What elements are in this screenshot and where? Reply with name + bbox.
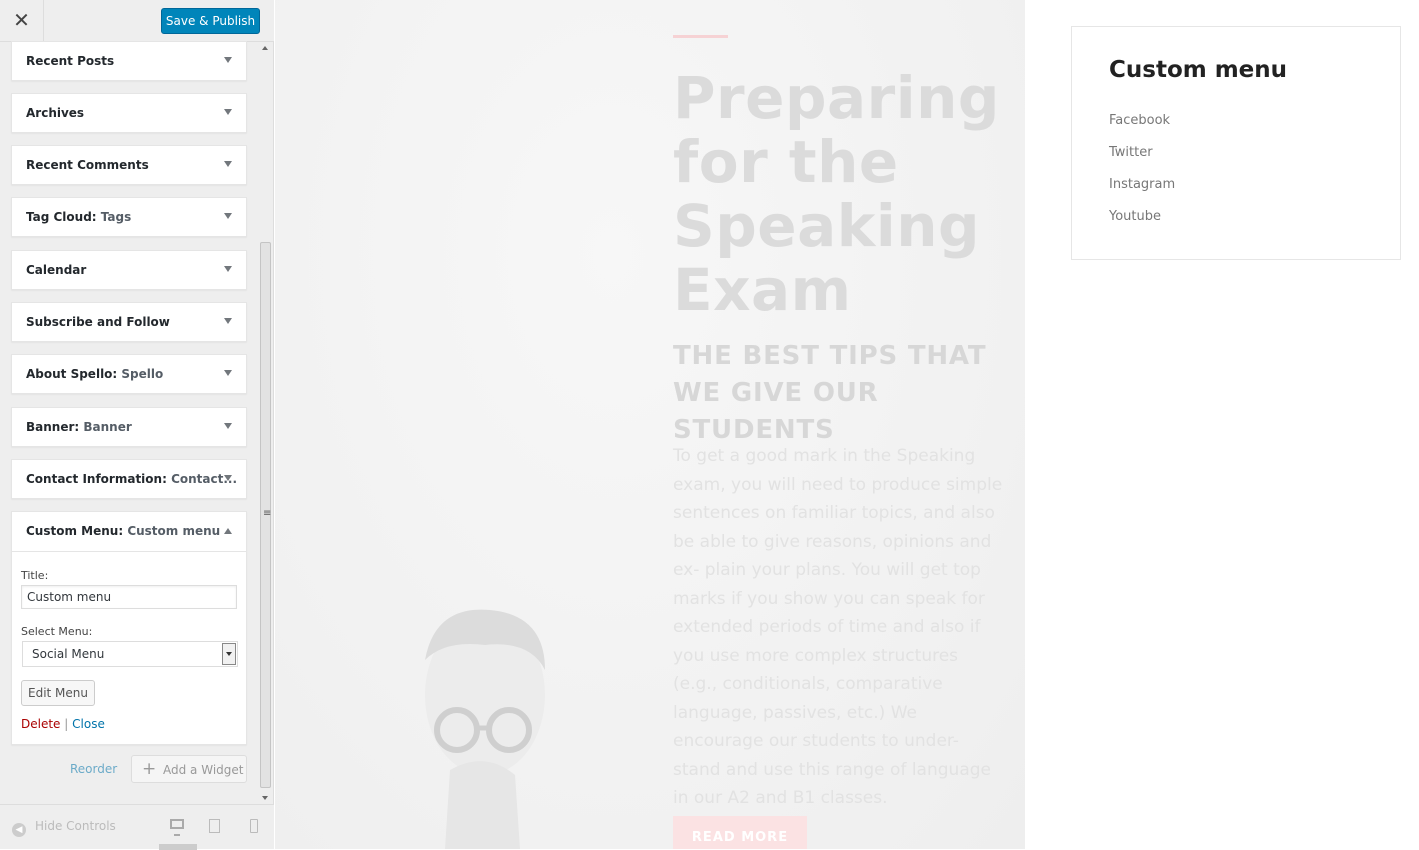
expand-arrow-icon[interactable]: [224, 370, 232, 376]
read-more-button[interactable]: READ MORE: [673, 816, 807, 849]
grip-icon: ≡: [263, 508, 272, 519]
menu-link-facebook[interactable]: Facebook: [1109, 113, 1170, 128]
accent-line: [673, 35, 728, 38]
customizer-footer: ◀ Hide Controls: [0, 804, 274, 850]
menu-link-instagram[interactable]: Instagram: [1109, 177, 1175, 192]
close-link[interactable]: Close: [72, 717, 105, 731]
widget-calendar[interactable]: Calendar: [11, 250, 247, 290]
widget-title: Subscribe and Follow: [26, 315, 170, 329]
close-icon[interactable]: ✕: [0, 0, 44, 41]
expand-arrow-icon[interactable]: [224, 161, 232, 167]
customizer-header: ✕ Save & Publish: [0, 0, 274, 42]
reorder-link[interactable]: Reorder: [70, 762, 117, 776]
scrollbar[interactable]: ≡: [259, 42, 273, 804]
hero-subtitle: THE BEST TIPS THAT WE GIVE OUR STUDENTS: [673, 341, 987, 445]
widget-actions: Delete | Close: [21, 717, 105, 731]
widget-title: Recent Posts: [26, 54, 115, 68]
menu-link-twitter[interactable]: Twitter: [1109, 145, 1153, 160]
expand-arrow-icon[interactable]: [224, 57, 232, 63]
widget-title: Contact Information: Contact...: [26, 472, 238, 486]
widget-about-spello[interactable]: About Spello: Spello: [11, 354, 247, 394]
divider: [12, 551, 246, 552]
widget-title: Archives: [26, 106, 85, 120]
tablet-icon[interactable]: [209, 819, 220, 833]
widget-title: Calendar: [26, 263, 87, 277]
separator: |: [64, 717, 69, 731]
widget-heading: Custom menu: [1109, 57, 1288, 83]
widget-title[interactable]: Custom Menu: Custom menu: [26, 512, 220, 550]
widget-recent-posts[interactable]: Recent Posts: [11, 41, 247, 81]
scroll-down-arrow-icon[interactable]: [262, 796, 268, 800]
widget-title: Tag Cloud: Tags: [26, 210, 132, 224]
select-menu-value: Social Menu: [32, 647, 105, 661]
widget-recent-comments[interactable]: Recent Comments: [11, 145, 247, 185]
hero-title: Preparing for the Speaking Exam: [673, 64, 1000, 324]
hero-body-text: To get a good mark in the Speaking exam,…: [673, 446, 1003, 808]
expand-arrow-icon[interactable]: [224, 266, 232, 272]
save-publish-button[interactable]: Save & Publish: [161, 8, 260, 34]
delete-link[interactable]: Delete: [21, 717, 60, 731]
select-menu-dropdown[interactable]: Social Menu: [22, 641, 238, 667]
site-preview: Preparing for the Speaking Exam THE BEST…: [275, 0, 1419, 849]
collapse-arrow-icon[interactable]: [224, 528, 232, 534]
title-label: Title:: [21, 569, 49, 582]
widget-title: About Spello: Spello: [26, 367, 164, 381]
title-input[interactable]: [21, 585, 237, 609]
scroll-up-arrow-icon[interactable]: [262, 46, 268, 50]
scrollbar-thumb[interactable]: ≡: [260, 242, 271, 788]
widget-tag-cloud[interactable]: Tag Cloud: Tags: [11, 197, 247, 237]
plus-icon: +: [142, 759, 157, 779]
widget-archives[interactable]: Archives: [11, 93, 247, 133]
hide-controls-label: Hide Controls: [35, 819, 116, 833]
expand-arrow-icon[interactable]: [224, 213, 232, 219]
expand-arrow-icon[interactable]: [224, 109, 232, 115]
hero-section: Preparing for the Speaking Exam THE BEST…: [275, 0, 1025, 849]
widget-title: Recent Comments: [26, 158, 149, 172]
widget-contact-information[interactable]: Contact Information: Contact...: [11, 459, 247, 499]
add-widget-button[interactable]: + Add a Widget: [131, 755, 247, 783]
expand-arrow-icon[interactable]: [224, 423, 232, 429]
menu-link-youtube[interactable]: Youtube: [1109, 209, 1161, 224]
widget-custom-menu: Custom Menu: Custom menu Title: Select M…: [11, 511, 247, 745]
add-widget-label: Add a Widget: [163, 763, 244, 777]
mobile-icon[interactable]: [250, 819, 258, 833]
customizer-sidebar: ✕ Save & Publish Recent Posts Archives R…: [0, 0, 274, 850]
expand-arrow-icon[interactable]: [224, 318, 232, 324]
hide-controls-button[interactable]: ◀ Hide Controls: [12, 819, 116, 837]
widget-subscribe-follow[interactable]: Subscribe and Follow: [11, 302, 247, 342]
custom-menu-widget: Custom menu Facebook Twitter Instagram Y…: [1071, 26, 1401, 260]
collapse-icon: ◀: [12, 823, 26, 837]
select-menu-label: Select Menu:: [21, 625, 93, 638]
active-device-indicator: [159, 844, 197, 850]
expand-arrow-icon[interactable]: [224, 475, 232, 481]
edit-menu-button[interactable]: Edit Menu: [21, 680, 95, 706]
desktop-icon[interactable]: [170, 819, 184, 836]
person-illustration: [425, 609, 545, 849]
dropdown-arrow-icon[interactable]: [222, 643, 236, 665]
widget-title: Banner: Banner: [26, 420, 132, 434]
widget-banner[interactable]: Banner: Banner: [11, 407, 247, 447]
